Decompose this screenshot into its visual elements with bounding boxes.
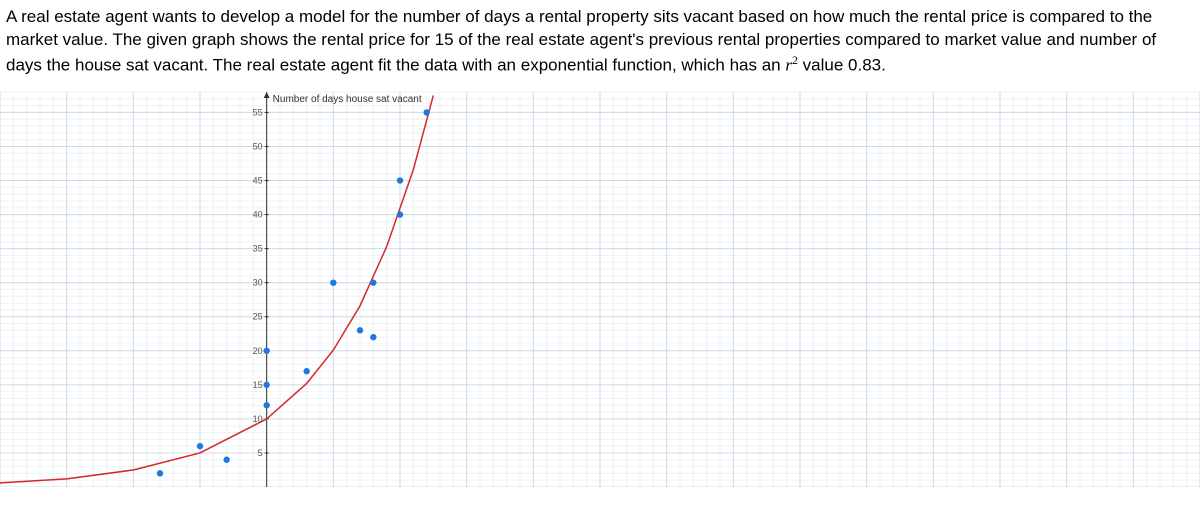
- y-tick-label: 50: [253, 142, 263, 152]
- data-point: [397, 178, 403, 184]
- problem-statement: A real estate agent wants to develop a m…: [0, 0, 1200, 87]
- data-point: [197, 443, 203, 449]
- y-tick-label: 55: [253, 108, 263, 118]
- y-tick-label: 20: [253, 346, 263, 356]
- y-tick-label: 45: [253, 176, 263, 186]
- y-tick-label: 5: [258, 448, 263, 458]
- y-tick-label: 30: [253, 278, 263, 288]
- y-tick-label: 15: [253, 380, 263, 390]
- data-point: [303, 368, 309, 374]
- data-point: [397, 212, 403, 218]
- data-point: [223, 457, 229, 463]
- data-point: [330, 280, 336, 286]
- y-tick-label: 40: [253, 210, 263, 220]
- chart-container: 510152025303540455055Number of days hous…: [0, 87, 1200, 487]
- data-point: [263, 382, 269, 388]
- y-tick-label: 25: [253, 312, 263, 322]
- data-point: [423, 110, 429, 116]
- scatter-chart: 510152025303540455055Number of days hous…: [0, 87, 1200, 487]
- problem-text-after: value 0.83.: [798, 56, 886, 75]
- data-point: [370, 334, 376, 340]
- data-point: [357, 328, 363, 334]
- y-tick-label: 35: [253, 244, 263, 254]
- data-point: [263, 403, 269, 409]
- r-symbol: r: [785, 56, 792, 75]
- data-point: [370, 280, 376, 286]
- problem-text-before: A real estate agent wants to develop a m…: [6, 7, 1156, 75]
- chart-title: Number of days house sat vacant: [273, 94, 422, 105]
- data-point: [263, 348, 269, 354]
- data-point: [157, 471, 163, 477]
